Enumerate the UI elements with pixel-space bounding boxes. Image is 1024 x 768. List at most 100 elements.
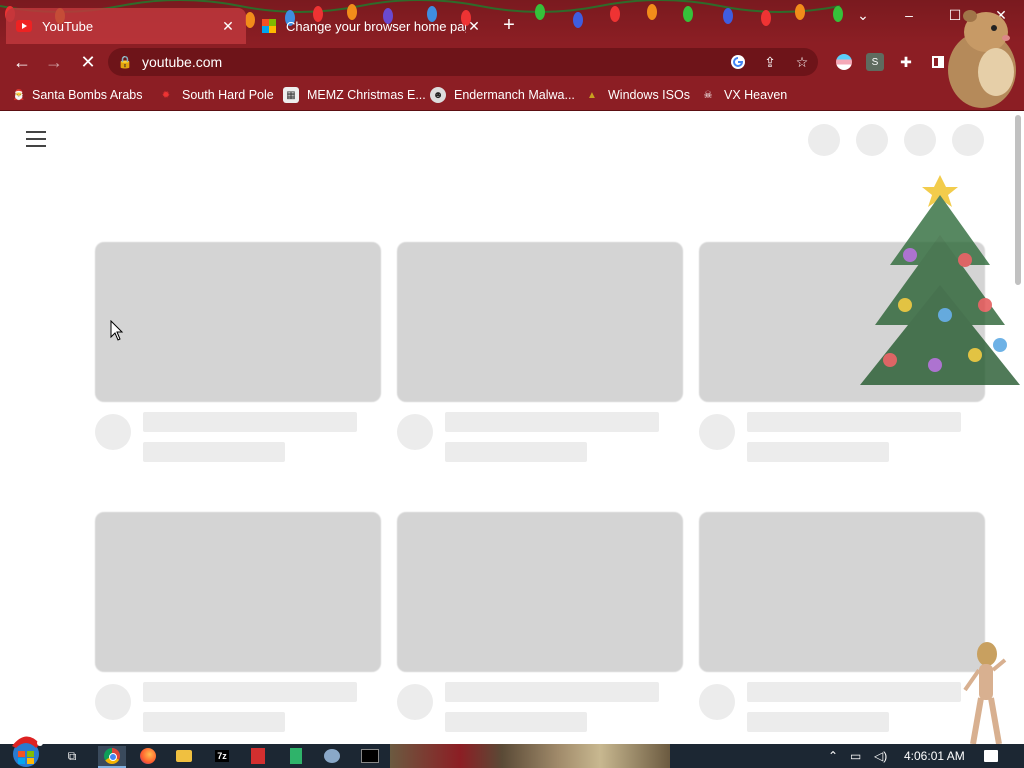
thumbnail-placeholder bbox=[95, 512, 381, 672]
chevron-down-icon: ⌄ bbox=[857, 6, 869, 23]
avatar-placeholder bbox=[95, 414, 131, 450]
bookmark-label: MEMZ Christmas E... bbox=[307, 88, 426, 102]
video-card-skeleton bbox=[95, 242, 381, 462]
extensions-puzzle-icon[interactable]: ✚ bbox=[896, 52, 916, 72]
title-placeholder bbox=[445, 412, 659, 432]
tab-title: Change your browser home pag bbox=[286, 18, 466, 34]
windows-taskbar: ⧉ 7z ⌃ ▭ ◁) 4:06:01 AM bbox=[0, 736, 1024, 768]
bookmark-endermanch-malware[interactable]: ☻ Endermanch Malwa... bbox=[430, 85, 575, 105]
thumbnail-placeholder bbox=[397, 242, 683, 402]
avatar-placeholder bbox=[95, 684, 131, 720]
taskbar-chrome[interactable] bbox=[98, 746, 126, 768]
taskbar-terminal[interactable] bbox=[356, 746, 384, 766]
task-view-icon: ⧉ bbox=[67, 748, 77, 763]
taskbar-paint[interactable] bbox=[318, 746, 346, 766]
close-tab-icon[interactable]: ✕ bbox=[466, 18, 482, 35]
mouse-cursor-icon bbox=[110, 320, 124, 341]
terminal-icon bbox=[361, 749, 379, 763]
taskbar-firefox[interactable] bbox=[134, 746, 162, 766]
back-button[interactable]: ← bbox=[10, 50, 34, 74]
minimize-icon: – bbox=[905, 7, 913, 23]
skull-icon: ☠ bbox=[703, 89, 713, 101]
arrow-left-icon: ← bbox=[13, 51, 31, 72]
avatar-placeholder bbox=[397, 684, 433, 720]
close-tab-icon[interactable]: ✕ bbox=[220, 18, 236, 35]
thumbnail-placeholder bbox=[95, 242, 381, 402]
bookmark-santa-bombs-arabs[interactable]: 🎅 Santa Bombs Arabs bbox=[12, 85, 143, 105]
meta-placeholder bbox=[143, 442, 285, 462]
share-icon[interactable]: ⇪ bbox=[760, 52, 780, 72]
thumbnail-placeholder bbox=[699, 512, 985, 672]
volume-icon[interactable]: ◁) bbox=[874, 746, 887, 766]
bookmark-icon: 🎅 bbox=[12, 89, 26, 101]
stop-loading-button[interactable]: ✕ bbox=[76, 50, 100, 74]
video-card-skeleton bbox=[397, 512, 683, 732]
meta-placeholder bbox=[747, 442, 889, 462]
star-bookmark-icon[interactable]: ☆ bbox=[792, 52, 812, 72]
profile-flag-icon[interactable] bbox=[834, 52, 854, 72]
tab-change-home-page[interactable]: Change your browser home pag ✕ bbox=[252, 8, 492, 44]
show-hidden-icons[interactable]: ⌃ bbox=[828, 746, 838, 766]
arrow-right-icon: → bbox=[45, 51, 63, 72]
video-card-skeleton bbox=[397, 242, 683, 462]
extension-avatar-letter: S bbox=[866, 53, 884, 71]
lock-icon[interactable]: 🔒 bbox=[108, 55, 142, 69]
tab-search-button[interactable]: ⌄ bbox=[840, 0, 886, 30]
avatar-placeholder bbox=[699, 414, 735, 450]
taskbar-file-explorer[interactable] bbox=[170, 746, 198, 766]
url-text[interactable]: youtube.com bbox=[142, 54, 222, 70]
desktop-wallpaper-strip bbox=[390, 744, 670, 768]
bookmark-label: VX Heaven bbox=[724, 88, 788, 102]
bookmark-label: South Hard Pole bbox=[182, 88, 274, 102]
maple-leaf-icon: ✹ bbox=[161, 89, 171, 101]
notepad-icon bbox=[290, 748, 302, 764]
video-card-skeleton bbox=[699, 512, 985, 732]
clock[interactable]: 4:06:01 AM bbox=[904, 746, 965, 766]
close-icon: ✕ bbox=[80, 51, 96, 72]
title-placeholder bbox=[143, 412, 357, 432]
header-placeholder-circle bbox=[856, 124, 888, 156]
bookmark-label: Santa Bombs Arabs bbox=[32, 88, 143, 102]
christmas-tree-decoration bbox=[860, 175, 1020, 385]
forward-button[interactable]: → bbox=[42, 50, 66, 74]
taskbar-7zip[interactable]: 7z bbox=[208, 746, 236, 766]
bookmarks-bar: 🎅 Santa Bombs Arabs ✹ South Hard Pole ▦ … bbox=[0, 80, 1024, 111]
meta-placeholder bbox=[445, 442, 587, 462]
avatar-placeholder bbox=[699, 684, 735, 720]
folder-icon: ▲ bbox=[587, 89, 597, 101]
avatar-placeholder bbox=[397, 414, 433, 450]
notification-center-icon[interactable] bbox=[984, 746, 998, 766]
video-card-skeleton bbox=[95, 512, 381, 732]
bookmark-vx-heaven[interactable]: ☠ VX Heaven bbox=[700, 85, 788, 105]
meta-placeholder bbox=[445, 712, 587, 732]
start-button-santa-icon[interactable] bbox=[6, 732, 46, 768]
bookmark-label: Windows ISOs bbox=[608, 88, 690, 102]
header-placeholder-circle bbox=[904, 124, 936, 156]
taskbar-dev-cpp[interactable] bbox=[244, 746, 272, 766]
task-view-button[interactable]: ⧉ bbox=[58, 746, 86, 766]
address-bar[interactable]: 🔒 youtube.com ⇪ ☆ bbox=[108, 48, 818, 76]
bookmark-south-hard-pole[interactable]: ✹ South Hard Pole bbox=[158, 85, 274, 105]
taskbar-notepad[interactable] bbox=[282, 746, 310, 766]
menu-hamburger-icon[interactable] bbox=[26, 131, 46, 147]
bookmark-label: Endermanch Malwa... bbox=[454, 88, 575, 102]
hamster-desktop-pet bbox=[948, 10, 1016, 108]
tab-youtube[interactable]: YouTube ✕ bbox=[6, 8, 246, 44]
dancer-desktop-pet bbox=[963, 642, 1007, 745]
google-lens-icon[interactable] bbox=[728, 52, 748, 72]
7zip-icon: 7z bbox=[215, 750, 229, 762]
thumbnail-placeholder bbox=[397, 512, 683, 672]
minimize-button[interactable]: – bbox=[886, 0, 932, 30]
header-placeholder-circle bbox=[808, 124, 840, 156]
header-placeholder-circle bbox=[952, 124, 984, 156]
tab-strip: YouTube ✕ Change your browser home pag ✕… bbox=[0, 0, 1024, 44]
meta-placeholder bbox=[747, 712, 889, 732]
title-placeholder bbox=[747, 682, 961, 702]
new-tab-button[interactable]: + bbox=[498, 14, 520, 36]
paint-icon bbox=[324, 749, 340, 763]
bookmark-memz-christmas[interactable]: ▦ MEMZ Christmas E... bbox=[283, 85, 426, 105]
network-icon[interactable]: ▭ bbox=[850, 746, 861, 766]
bookmark-windows-isos[interactable]: ▲ Windows ISOs bbox=[584, 85, 690, 105]
extension-avatar-icon[interactable]: S bbox=[865, 52, 885, 72]
microsoft-favicon-icon bbox=[262, 19, 276, 33]
